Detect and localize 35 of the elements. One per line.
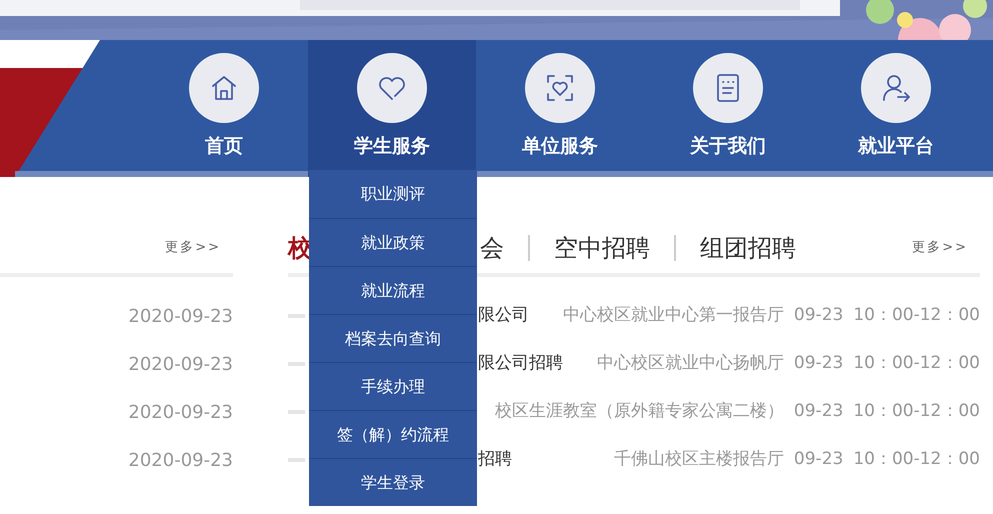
time-text: 10：00-12：00 — [853, 352, 980, 376]
event-title[interactable]: 限公司 — [478, 303, 529, 329]
dropdown-item[interactable]: 签（解）约流程 — [309, 410, 477, 458]
time-text: 10：00-12：00 — [853, 448, 980, 472]
dropdown-item[interactable]: 就业政策 — [309, 218, 477, 266]
time-text: 10：00-12：00 — [853, 304, 980, 328]
nav-item[interactable]: 首页 — [140, 40, 308, 177]
location-text: 校区生涯教室（原外籍专家公寓二楼） — [494, 400, 784, 424]
date-text: 09-23 — [794, 352, 844, 376]
location-text: 中心校区就业中心扬帆厅 — [596, 352, 784, 376]
tab[interactable]: 组团招聘 — [700, 236, 796, 260]
more-link[interactable]: 更多>> — [912, 238, 968, 258]
tab[interactable]: 会 — [480, 236, 504, 260]
location-text: 中心校区就业中心第一报告厅 — [562, 304, 784, 328]
date-text: 09-23 — [794, 448, 844, 472]
tab[interactable]: 空中招聘 — [554, 236, 650, 260]
dropdown-item[interactable]: 档案去向查询 — [309, 314, 477, 362]
nav-item[interactable]: 学生服务 — [308, 40, 476, 177]
location-text: 千佛山校区主楼报告厅 — [614, 448, 784, 472]
date-text: 2020-09-23 — [128, 448, 233, 472]
nav-item[interactable]: 关于我们 — [644, 40, 812, 177]
date-text: 2020-09-23 — [128, 352, 233, 376]
more-link[interactable]: 更多>> — [165, 238, 221, 258]
nav-item[interactable]: 单位服务 — [476, 40, 644, 177]
event-title[interactable]: 限公司招聘 — [478, 351, 563, 377]
event-title[interactable]: 招聘 — [478, 447, 512, 473]
dropdown-item[interactable]: 就业流程 — [309, 266, 477, 314]
time-text: 10：00-12：00 — [853, 400, 980, 424]
date-text: 09-23 — [794, 400, 844, 424]
date-text: 09-23 — [794, 304, 844, 328]
nav-item[interactable]: 就业平台 — [812, 40, 980, 177]
date-text: 2020-09-23 — [128, 304, 233, 328]
dropdown-item[interactable]: 学生登录 — [309, 458, 477, 506]
dropdown-item[interactable]: 手续办理 — [309, 362, 477, 410]
date-text: 2020-09-23 — [128, 400, 233, 424]
